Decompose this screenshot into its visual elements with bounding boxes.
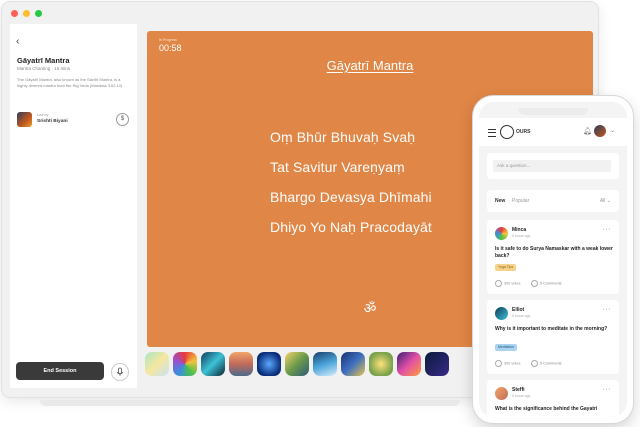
menu-icon[interactable] (488, 129, 496, 137)
post-tag[interactable]: Yoga Tips (495, 264, 517, 271)
vote-count-label: 300 votes (504, 281, 521, 286)
thumbnail-blue-abstract[interactable] (257, 352, 281, 376)
phone-mockup: OURS 🔔︎ ⌄ Ask a question... New Popular … (473, 96, 633, 423)
thumbnail-starry-night[interactable] (341, 352, 365, 376)
close-window-button[interactable] (11, 10, 18, 17)
post-card[interactable]: Steffi 5 hours ago ··· What is the signi… (487, 380, 619, 417)
phone-header: OURS 🔔︎ ⌄ (479, 118, 627, 146)
brand-name: OURS (516, 129, 531, 135)
session-sidebar: ‹ Gāyatrī Mantra Mantra Chanting · 15 mi… (10, 24, 137, 388)
more-options-icon[interactable]: ··· (603, 226, 612, 233)
chevron-down-icon[interactable]: ⌄ (610, 127, 615, 134)
post-question: Why is it important to meditate in the m… (495, 326, 608, 332)
mantra-line-1: Oṃ Bhūr Bhuvaḥ Svaḥ (270, 129, 416, 145)
thumbnail-gradient-pastel[interactable] (145, 352, 169, 376)
session-title: Gāyatrī Mantra (17, 56, 70, 65)
end-session-button[interactable]: End Session (16, 362, 104, 380)
thumbnail-deep-space[interactable] (425, 352, 449, 376)
comment-count-label: 5 Comments (540, 361, 562, 366)
comment-count-label: 5 Comments (540, 281, 562, 286)
bell-icon[interactable]: 🔔︎ (583, 127, 592, 135)
phone-screen: OURS 🔔︎ ⌄ Ask a question... New Popular … (479, 102, 627, 417)
window-controls (11, 10, 42, 17)
mantra-line-3: Bhargo Devasya Dhīmahi (270, 189, 432, 205)
ours-logo-icon (500, 125, 514, 139)
avatar[interactable] (594, 125, 606, 137)
leader-name: Srishti Biyani (37, 119, 68, 124)
post-time: 5 hours ago (512, 314, 531, 318)
minimize-window-button[interactable] (23, 10, 30, 17)
ask-question-card: Ask a question... (487, 153, 619, 179)
phone-notch (518, 108, 588, 115)
post-author: Elliot (512, 307, 525, 313)
comment-count[interactable]: 5 Comments (531, 280, 562, 287)
thumbnail-rainbow-swirl[interactable] (173, 352, 197, 376)
chevron-down-icon: ⌄ (606, 198, 611, 204)
background-thumbnails (145, 352, 449, 376)
post-question: What is the significance behind the Gaya… (495, 406, 598, 412)
thumbnail-golden-portrait[interactable] (369, 352, 393, 376)
led-by-label: Led by (37, 113, 49, 117)
post-time: 5 hours ago (512, 234, 531, 238)
dollar-coin-icon[interactable]: $ (116, 113, 129, 126)
post-card[interactable]: Minca 5 hours ago ··· Is it safe to do S… (487, 220, 619, 294)
more-options-icon[interactable]: ··· (603, 386, 612, 393)
progress-label: In Progress (159, 38, 177, 42)
tab-popular[interactable]: Popular (512, 198, 529, 204)
avatar (495, 307, 508, 320)
avatar (495, 227, 508, 240)
avatar (495, 387, 508, 400)
post-card[interactable]: Elliot 5 hours ago ··· Why is it importa… (487, 300, 619, 374)
mantra-title: Gāyatrī Mantra (326, 58, 414, 73)
thumbnail-fantasy-forest[interactable] (285, 352, 309, 376)
mantra-line-4: Dhiyo Yo Naḥ Pracodayāt (270, 219, 432, 235)
tab-new[interactable]: New (495, 198, 505, 204)
more-options-icon[interactable]: ··· (603, 306, 612, 313)
session-description: The Gāyatrī Mantra, also known as the Sā… (17, 77, 124, 88)
maximize-window-button[interactable] (35, 10, 42, 17)
thumbnail-purple-cosmic[interactable] (397, 352, 421, 376)
filter-dropdown[interactable]: All ⌄ (600, 198, 611, 204)
leader-avatar (17, 112, 32, 127)
session-timer: 00:58 (159, 43, 182, 53)
vote-count-label: 300 votes (504, 361, 521, 366)
upvote-icon (495, 280, 502, 287)
thumbnail-ocean-wave[interactable] (313, 352, 337, 376)
feed-tabs: New Popular All ⌄ (487, 190, 619, 212)
microphone-icon (116, 367, 124, 376)
ask-question-input[interactable]: Ask a question... (493, 160, 611, 172)
chevron-left-icon[interactable]: ‹ (16, 36, 19, 47)
thumbnail-sunset-landscape[interactable] (229, 352, 253, 376)
post-author: Minca (512, 227, 527, 233)
vote-count[interactable]: 300 votes (495, 280, 520, 287)
filter-label: All (599, 198, 606, 204)
upvote-icon (495, 360, 502, 367)
post-question: Is it safe to do Surya Namaskar with a w… (495, 246, 613, 259)
comment-count[interactable]: 5 Comments (531, 360, 562, 367)
om-symbol-icon: ॐ (363, 300, 377, 316)
session-leader: Led by Srishti Biyani $ (17, 111, 130, 129)
comment-icon (531, 280, 538, 287)
thumbnail-blue-crystal[interactable] (201, 352, 225, 376)
post-author: Steffi (512, 387, 525, 393)
comment-icon (531, 360, 538, 367)
mantra-line-2: Tat Savitur Vareṇyaṃ (270, 159, 405, 175)
vote-count[interactable]: 300 votes (495, 360, 520, 367)
session-subtitle: Mantra Chanting · 15 mins (17, 66, 71, 71)
post-time: 5 hours ago (512, 394, 531, 398)
microphone-button[interactable] (111, 363, 129, 381)
post-tag[interactable]: Meditation (495, 344, 518, 351)
laptop-base (40, 400, 460, 406)
